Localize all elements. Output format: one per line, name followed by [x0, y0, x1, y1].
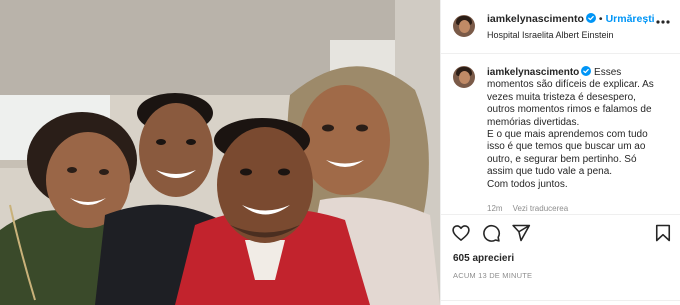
username-link[interactable]: iamkelynascimento — [487, 13, 584, 25]
bookmark-icon[interactable] — [653, 223, 673, 243]
likes-count[interactable]: 605 aprecieri — [453, 253, 514, 264]
post-photo[interactable] — [0, 0, 440, 305]
post-timestamp: ACUM 13 DE MINUTE — [453, 271, 533, 280]
more-options-icon[interactable] — [655, 16, 671, 28]
caption-line: memórias divertidas. — [487, 116, 580, 128]
caption-line: vezes muita tristeza é desespero, — [487, 91, 636, 103]
verified-badge-icon — [585, 13, 596, 23]
caption-meta: 12m Vezi traducerea — [487, 204, 568, 213]
comment-icon[interactable] — [481, 223, 501, 243]
post-actions: 605 aprecieri ACUM 13 DE MINUTE — [441, 214, 680, 304]
avatar[interactable] — [453, 15, 475, 37]
photo-illustration — [0, 0, 440, 305]
caption-text: iamkelynascimento Esses momentos são dif… — [487, 66, 673, 191]
separator-dot: • — [598, 13, 603, 25]
caption-line: assim que tudo vale a pena. — [487, 166, 613, 178]
caption-line: Esses — [594, 67, 622, 78]
caption-line: outros momentos rimos e falamos de — [487, 104, 652, 116]
heart-icon[interactable] — [451, 223, 471, 243]
divider — [441, 300, 680, 301]
caption-line: momentos são difíceis de explicar. As — [487, 79, 654, 91]
location-link[interactable]: Hospital Israelita Albert Einstein — [487, 30, 614, 40]
following-button[interactable]: Urmărești — [606, 13, 655, 25]
caption-age: 12m — [487, 204, 503, 213]
header-user-row: iamkelynascimento • Urmărești — [487, 13, 655, 25]
caption-area: iamkelynascimento Esses momentos são dif… — [441, 54, 680, 214]
post-header: iamkelynascimento • Urmărești Hospital Isr… — [441, 0, 680, 54]
caption-avatar[interactable] — [453, 66, 475, 88]
share-icon[interactable] — [511, 223, 531, 243]
verified-badge-icon — [581, 66, 592, 76]
caption-line: outro, e segurar bem pertinho. Só — [487, 153, 637, 165]
caption-line: isso é que temos que buscar um ao — [487, 141, 646, 153]
caption-line: Com todos juntos. — [487, 178, 568, 190]
caption-line: E o que mais aprendemos com tudo — [487, 129, 648, 141]
see-translation-link[interactable]: Vezi traducerea — [513, 204, 569, 213]
caption-username[interactable]: iamkelynascimento — [487, 67, 579, 78]
post-side-panel: iamkelynascimento • Urmărești Hospital Isr… — [440, 0, 680, 305]
